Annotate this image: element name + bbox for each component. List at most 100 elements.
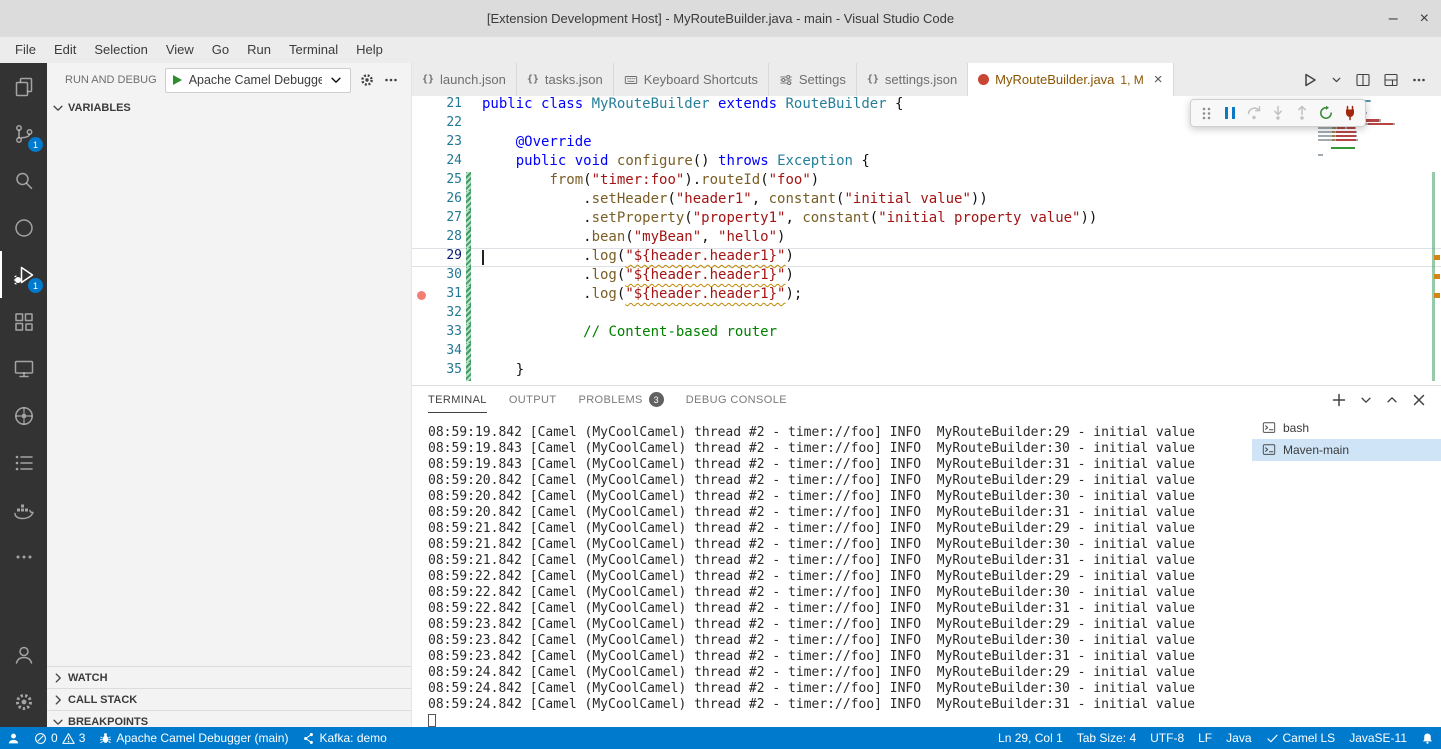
breakpoint-margin[interactable] bbox=[412, 305, 430, 324]
tab-settings[interactable]: Settings bbox=[769, 63, 857, 96]
code-line-35[interactable]: 35 } bbox=[412, 362, 1441, 381]
start-debug-icon[interactable] bbox=[173, 75, 182, 85]
code-line-28[interactable]: 28 .bean("myBean", "hello") bbox=[412, 229, 1441, 248]
activity-manage[interactable] bbox=[0, 678, 47, 725]
code-line-23[interactable]: 23 @Override bbox=[412, 134, 1441, 153]
split-editor-button[interactable] bbox=[1355, 72, 1371, 88]
step-over-button[interactable] bbox=[1242, 102, 1266, 124]
launch-config-dropdown[interactable]: Apache Camel Debugge bbox=[165, 68, 351, 93]
menu-selection[interactable]: Selection bbox=[85, 37, 156, 63]
panel-tab-debug-console[interactable]: DEBUG CONSOLE bbox=[686, 387, 787, 413]
close-tab-icon[interactable]: × bbox=[1154, 72, 1163, 87]
status-language-mode[interactable]: Java bbox=[1219, 727, 1258, 749]
activity-docker[interactable] bbox=[0, 486, 47, 533]
status-java-runtime[interactable]: JavaSE-11 bbox=[1342, 727, 1414, 749]
activity-more-views[interactable] bbox=[0, 533, 47, 580]
section-variables[interactable]: VARIABLES bbox=[47, 97, 411, 119]
debug-gear-icon[interactable] bbox=[359, 72, 375, 88]
status-notifications[interactable] bbox=[1414, 727, 1441, 749]
panel-tab-output[interactable]: OUTPUT bbox=[509, 387, 557, 413]
status-camel-ls[interactable]: Camel LS bbox=[1259, 727, 1343, 749]
menu-terminal[interactable]: Terminal bbox=[280, 37, 347, 63]
menu-help[interactable]: Help bbox=[347, 37, 392, 63]
activity-remote-explorer[interactable] bbox=[0, 345, 47, 392]
status-eol[interactable]: LF bbox=[1191, 727, 1219, 749]
problems-status[interactable]: 03 bbox=[27, 727, 92, 749]
minimize-button[interactable]: – bbox=[1389, 11, 1398, 27]
drag-handle-button[interactable] bbox=[1194, 102, 1218, 124]
code-editor[interactable]: 21public class MyRouteBuilder extends Ro… bbox=[412, 96, 1441, 385]
new-terminal-button[interactable] bbox=[1331, 392, 1347, 408]
code-line-29[interactable]: 29 .log("${header.header1}") bbox=[412, 248, 1441, 267]
status-cursor-position[interactable]: Ln 29, Col 1 bbox=[991, 727, 1070, 749]
tab-tasks-json[interactable]: {}tasks.json bbox=[517, 63, 614, 96]
code-line-31[interactable]: 31 .log("${header.header1}"); bbox=[412, 286, 1441, 305]
close-panel-button[interactable] bbox=[1411, 392, 1427, 408]
more-actions-button[interactable] bbox=[1411, 72, 1427, 88]
activity-extensions[interactable] bbox=[0, 298, 47, 345]
sidebar-more-icon[interactable] bbox=[383, 72, 399, 88]
activity-test-explorer[interactable] bbox=[0, 204, 47, 251]
menu-go[interactable]: Go bbox=[203, 37, 238, 63]
menu-view[interactable]: View bbox=[157, 37, 203, 63]
activity-source-control[interactable]: 1 bbox=[0, 110, 47, 157]
run-button[interactable] bbox=[1302, 72, 1318, 88]
code-line-33[interactable]: 33 // Content-based router bbox=[412, 324, 1441, 343]
terminal-output[interactable]: 08:59:19.842 [Camel (MyCoolCamel) thread… bbox=[428, 425, 1241, 729]
panel-tab-problems[interactable]: PROBLEMS3 bbox=[578, 387, 663, 413]
section-watch[interactable]: WATCH bbox=[47, 666, 411, 688]
step-out-button[interactable] bbox=[1290, 102, 1314, 124]
kafka-status[interactable]: Kafka: demo bbox=[295, 727, 393, 749]
breakpoint-margin[interactable] bbox=[412, 229, 430, 248]
breakpoint-margin[interactable] bbox=[412, 362, 430, 381]
run-dropdown-button[interactable] bbox=[1330, 73, 1343, 86]
code-line-27[interactable]: 27 .setProperty("property1", constant("i… bbox=[412, 210, 1441, 229]
activity-outline[interactable] bbox=[0, 439, 47, 486]
terminal-dropdown-button[interactable] bbox=[1359, 393, 1373, 407]
activity-run-and-debug[interactable]: 1 bbox=[0, 251, 47, 298]
activity-kubernetes[interactable] bbox=[0, 392, 47, 439]
activity-explorer[interactable] bbox=[0, 63, 47, 110]
code-line-32[interactable]: 32 bbox=[412, 305, 1441, 324]
activity-search[interactable] bbox=[0, 157, 47, 204]
terminal-session-maven-main[interactable]: Maven-main bbox=[1252, 439, 1441, 461]
breakpoint-margin[interactable] bbox=[412, 153, 430, 172]
debug-session-status[interactable]: Apache Camel Debugger (main) bbox=[92, 727, 295, 749]
breakpoint-margin[interactable] bbox=[412, 210, 430, 229]
breakpoint-margin[interactable] bbox=[412, 172, 430, 191]
code-line-24[interactable]: 24 public void configure() throws Except… bbox=[412, 153, 1441, 172]
account-status-icon[interactable] bbox=[0, 727, 27, 749]
breakpoint-margin[interactable] bbox=[412, 191, 430, 210]
close-window-button[interactable]: × bbox=[1420, 11, 1429, 27]
menu-run[interactable]: Run bbox=[238, 37, 280, 63]
breakpoint-margin[interactable] bbox=[412, 324, 430, 343]
pause-button[interactable] bbox=[1218, 102, 1242, 124]
code-line-26[interactable]: 26 .setHeader("header1", constant("initi… bbox=[412, 191, 1441, 210]
disconnect-button[interactable] bbox=[1338, 102, 1362, 124]
customize-layout-button[interactable] bbox=[1383, 72, 1399, 88]
step-into-button[interactable] bbox=[1266, 102, 1290, 124]
breakpoint-margin[interactable] bbox=[412, 343, 430, 362]
breakpoint-margin[interactable] bbox=[412, 286, 430, 305]
status-encoding[interactable]: UTF-8 bbox=[1143, 727, 1191, 749]
terminal-session-bash[interactable]: bash bbox=[1252, 417, 1441, 439]
breakpoint-icon[interactable] bbox=[417, 291, 426, 300]
maximize-panel-button[interactable] bbox=[1385, 393, 1399, 407]
code-line-30[interactable]: 30 .log("${header.header1}") bbox=[412, 267, 1441, 286]
activity-accounts[interactable] bbox=[0, 631, 47, 678]
breakpoint-margin[interactable] bbox=[412, 248, 430, 267]
breakpoint-margin[interactable] bbox=[412, 134, 430, 153]
minimap[interactable] bbox=[1318, 100, 1430, 385]
restart-button[interactable] bbox=[1314, 102, 1338, 124]
tab-launch-json[interactable]: {}launch.json bbox=[412, 63, 517, 96]
menu-edit[interactable]: Edit bbox=[45, 37, 85, 63]
section-call-stack[interactable]: CALL STACK bbox=[47, 688, 411, 710]
tab-settings-json[interactable]: {}settings.json bbox=[857, 63, 968, 96]
status-indentation[interactable]: Tab Size: 4 bbox=[1070, 727, 1143, 749]
code-line-25[interactable]: 25 from("timer:foo").routeId("foo") bbox=[412, 172, 1441, 191]
code-line-34[interactable]: 34 bbox=[412, 343, 1441, 362]
tab-keyboard-shortcuts[interactable]: Keyboard Shortcuts bbox=[614, 63, 769, 96]
tab-myroutebuilder-java[interactable]: MyRouteBuilder.java1, M× bbox=[968, 63, 1173, 96]
panel-tab-terminal[interactable]: TERMINAL bbox=[428, 387, 487, 413]
breakpoint-margin[interactable] bbox=[412, 96, 430, 115]
